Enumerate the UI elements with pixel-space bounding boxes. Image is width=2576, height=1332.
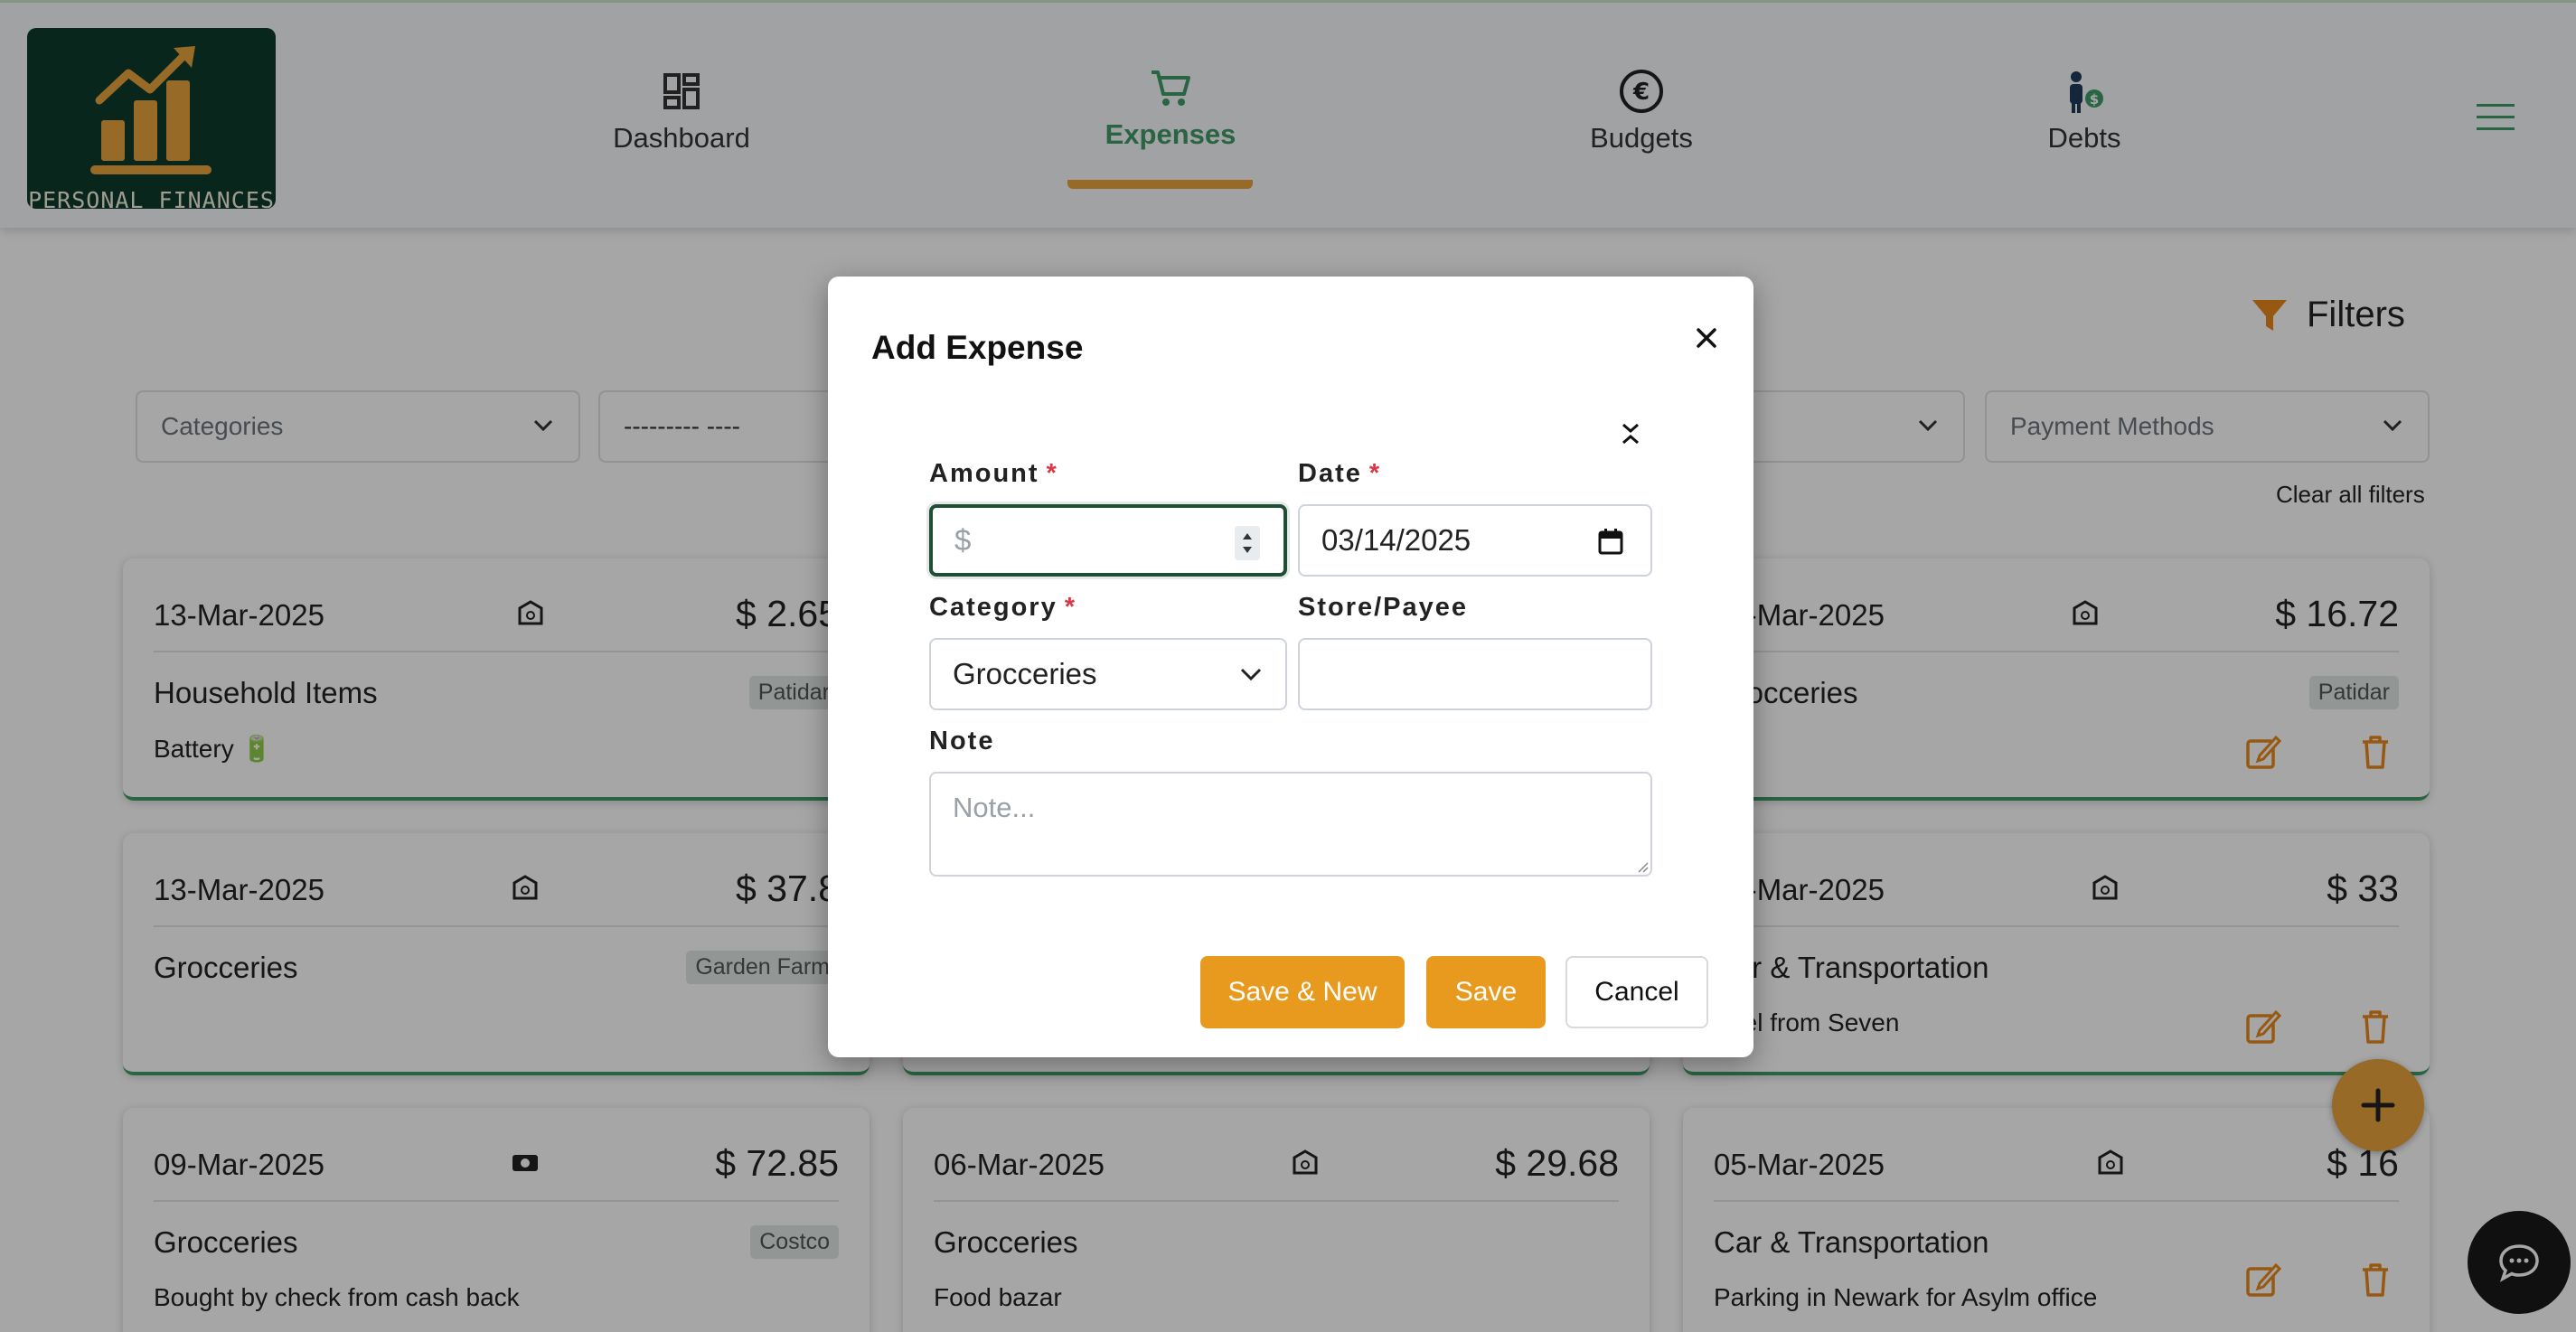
note-label-text: Note [929,727,995,755]
spinner-arrows-icon [1243,533,1252,553]
date-label: Date * [1298,459,1381,489]
cancel-button[interactable]: Cancel [1565,956,1708,1028]
save-button[interactable]: Save [1426,956,1546,1028]
category-label-text: Category [929,593,1058,622]
calendar-icon[interactable] [1598,528,1623,555]
note-textarea[interactable]: Note... [929,772,1652,877]
note-label: Note [929,727,994,756]
number-spinner[interactable] [1235,526,1260,560]
note-placeholder: Note... [953,792,1036,823]
collapse-chevrons-icon[interactable] [1620,419,1641,448]
required-asterisk: * [1046,459,1058,488]
modal-title: Add Expense [871,329,1084,366]
category-value: Grocceries [953,657,1097,690]
chevron-down-icon [1240,668,1262,681]
add-expense-modal: Add Expense Amount * $ Date * 03/14/2025 C… [828,277,1753,1057]
amount-placeholder: $ [954,523,972,557]
required-asterisk: * [1368,459,1382,488]
store-payee-input[interactable] [1298,638,1652,710]
amount-input[interactable]: $ [929,504,1287,577]
date-value: 03/14/2025 [1321,523,1471,557]
category-select[interactable]: Grocceries [929,638,1287,710]
date-label-text: Date [1298,459,1362,488]
store-payee-label: Store/Payee [1298,593,1468,623]
close-icon[interactable] [1690,322,1723,354]
amount-label-text: Amount [929,459,1039,488]
date-input[interactable]: 03/14/2025 [1298,504,1652,577]
store-label-text: Store/Payee [1298,593,1469,622]
save-and-new-button[interactable]: Save & New [1200,956,1405,1028]
amount-label: Amount * [929,459,1058,489]
category-label: Category * [929,593,1076,623]
resize-grip-icon[interactable] [1634,858,1649,873]
required-asterisk: * [1064,593,1076,622]
